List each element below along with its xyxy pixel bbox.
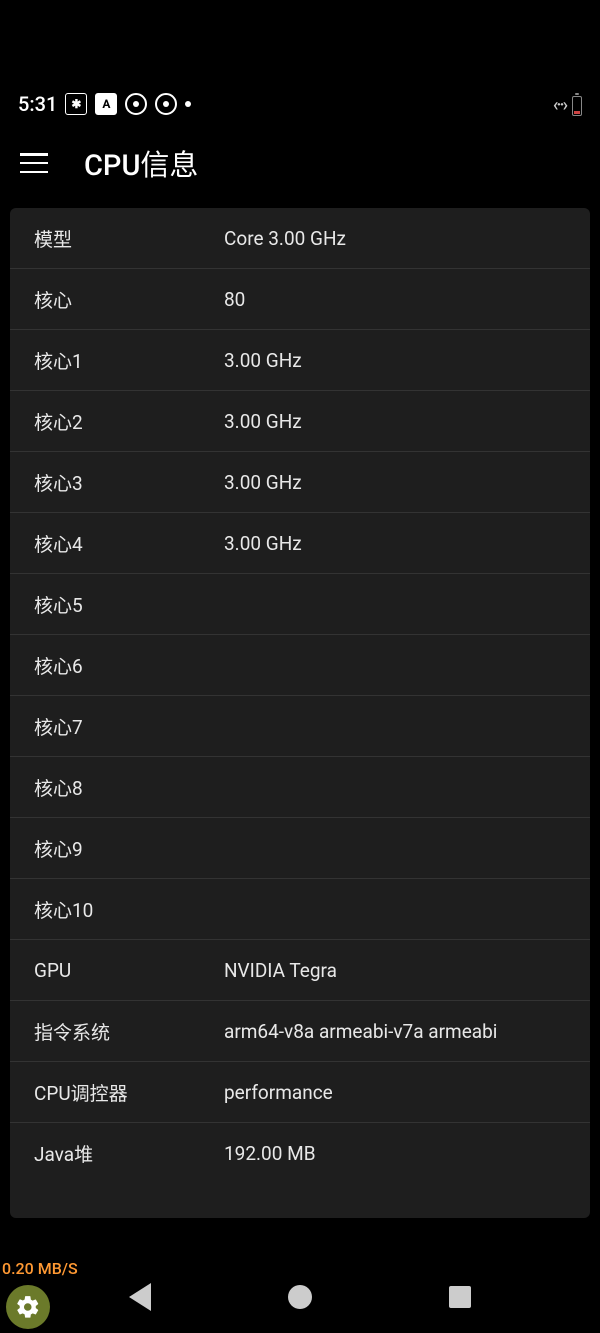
row-label: GPU — [34, 959, 224, 982]
table-row: 核心9 — [10, 818, 590, 879]
row-label: 核心9 — [34, 835, 224, 862]
table-row: 指令系统arm64-v8a armeabi-v7a armeabi — [10, 1001, 590, 1062]
row-value: arm64-v8a armeabi-v7a armeabi — [224, 1020, 497, 1043]
row-label: 核心5 — [34, 591, 224, 618]
row-label: 核心1 — [34, 347, 224, 374]
nav-back-button[interactable] — [129, 1283, 151, 1311]
table-row: 核心23.00 GHz — [10, 391, 590, 452]
table-row: 模型Core 3.00 GHz — [10, 208, 590, 269]
android-nav-bar — [0, 1261, 600, 1333]
table-row: 核心10 — [10, 879, 590, 940]
status-time: 5:31 — [18, 92, 57, 116]
table-row: 核心6 — [10, 635, 590, 696]
status-dot-icon — [185, 101, 191, 107]
row-label: 核心8 — [34, 774, 224, 801]
row-label: 核心10 — [34, 896, 224, 923]
table-row: Java堆192.00 MB — [10, 1123, 590, 1184]
row-label: 核心3 — [34, 469, 224, 496]
cpu-info-list[interactable]: 模型Core 3.00 GHz 核心80 核心13.00 GHz 核心23.00… — [10, 208, 590, 1218]
row-label: 模型 — [34, 225, 224, 252]
status-left: 5:31 ✱ A — [18, 92, 191, 116]
table-row: CPU调控器performance — [10, 1062, 590, 1123]
table-row: 核心5 — [10, 574, 590, 635]
table-row: 核心7 — [10, 696, 590, 757]
row-value: 3.00 GHz — [224, 471, 302, 494]
app-icon-1: ✱ — [65, 93, 87, 115]
nav-home-button[interactable] — [288, 1285, 312, 1309]
status-right: ‹··› — [553, 95, 582, 116]
table-row: 核心43.00 GHz — [10, 513, 590, 574]
row-label: 核心6 — [34, 652, 224, 679]
row-value: 192.00 MB — [224, 1142, 316, 1165]
battery-icon — [572, 96, 582, 116]
status-bar: 5:31 ✱ A ‹··› — [0, 0, 600, 124]
row-label: 核心7 — [34, 713, 224, 740]
page-title: CPU信息 — [84, 142, 198, 184]
table-row: GPUNVIDIA Tegra — [10, 940, 590, 1001]
app-icon-a: A — [95, 93, 117, 115]
row-label: 核心4 — [34, 530, 224, 557]
app-icon-circle-1 — [125, 93, 147, 115]
row-value: Core 3.00 GHz — [224, 227, 346, 250]
row-value: performance — [224, 1081, 333, 1104]
app-bar: CPU信息 — [0, 124, 600, 202]
row-value: 3.00 GHz — [224, 349, 302, 372]
row-label: 指令系统 — [34, 1018, 224, 1045]
table-row: 核心33.00 GHz — [10, 452, 590, 513]
table-row: 核心8 — [10, 757, 590, 818]
network-icon: ‹··› — [553, 95, 566, 116]
row-label: 核心2 — [34, 408, 224, 435]
row-label: CPU调控器 — [34, 1079, 224, 1106]
row-label: 核心 — [34, 286, 224, 313]
nav-recent-button[interactable] — [449, 1286, 471, 1308]
app-icon-circle-2 — [155, 93, 177, 115]
row-value: 80 — [224, 288, 245, 311]
row-label: Java堆 — [34, 1140, 224, 1167]
row-value: NVIDIA Tegra — [224, 959, 337, 982]
row-value: 3.00 GHz — [224, 532, 302, 555]
table-row: 核心80 — [10, 269, 590, 330]
table-row: 核心13.00 GHz — [10, 330, 590, 391]
row-value: 3.00 GHz — [224, 410, 302, 433]
menu-button[interactable] — [20, 153, 48, 173]
